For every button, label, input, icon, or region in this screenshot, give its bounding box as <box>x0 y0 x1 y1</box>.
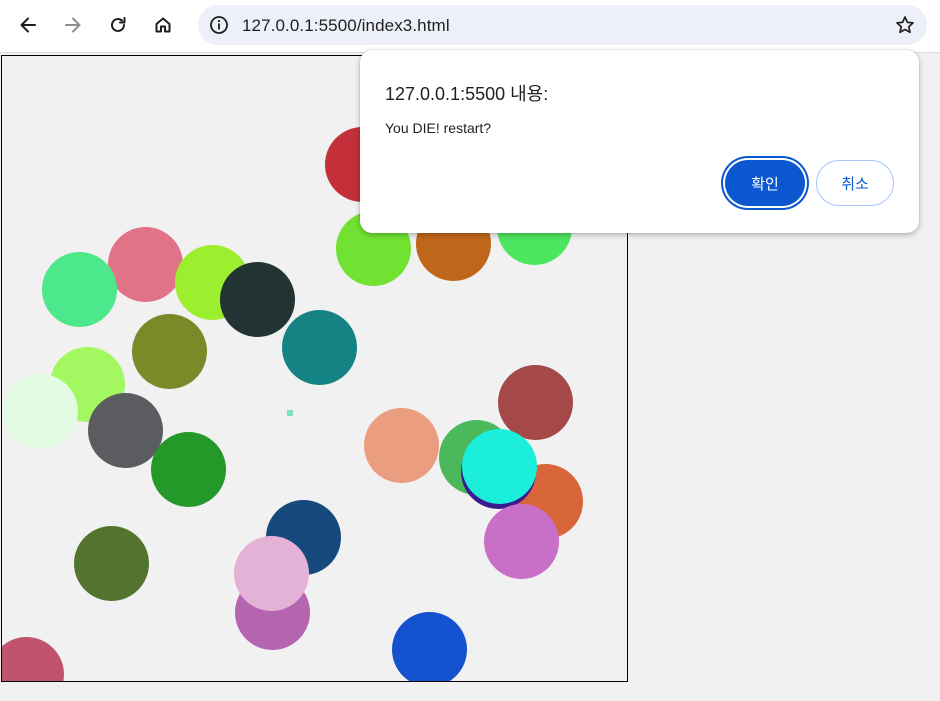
enemy-ball <box>108 227 183 302</box>
forward-button[interactable] <box>56 8 90 42</box>
enemy-ball <box>2 637 64 681</box>
reload-icon <box>111 17 126 32</box>
info-icon <box>210 16 228 34</box>
enemy-ball <box>364 408 439 483</box>
site-info-button[interactable] <box>206 12 232 38</box>
enemy-ball <box>74 526 149 601</box>
back-button[interactable] <box>11 8 45 42</box>
address-bar[interactable]: 127.0.0.1:5500/index3.html <box>198 5 927 45</box>
alert-dialog: 127.0.0.1:5500 내용: You DIE! restart? 확인 … <box>360 50 919 233</box>
reload-button[interactable] <box>101 8 135 42</box>
enemy-ball <box>234 536 309 611</box>
enemy-ball <box>392 612 467 681</box>
enemy-ball <box>282 310 357 385</box>
arrow-right-icon <box>65 17 81 33</box>
dialog-title: 127.0.0.1:5500 내용: <box>385 84 549 104</box>
enemy-ball <box>88 393 163 468</box>
browser-toolbar: 127.0.0.1:5500/index3.html <box>0 0 940 53</box>
enemy-ball <box>3 374 78 449</box>
cancel-button[interactable]: 취소 <box>816 160 894 206</box>
enemy-ball <box>42 252 117 327</box>
arrow-left-icon <box>20 17 36 33</box>
dialog-message: You DIE! restart? <box>385 120 492 136</box>
enemy-ball <box>484 504 559 579</box>
enemy-ball <box>220 262 295 337</box>
home-icon <box>155 17 171 33</box>
enemy-ball <box>498 365 573 440</box>
home-button[interactable] <box>146 8 180 42</box>
url-text[interactable]: 127.0.0.1:5500/index3.html <box>242 16 450 36</box>
enemy-ball <box>462 429 537 504</box>
enemy-ball <box>151 432 226 507</box>
bookmark-button[interactable] <box>891 11 919 39</box>
star-icon <box>896 16 914 34</box>
ok-button[interactable]: 확인 <box>725 160 805 206</box>
player-dot <box>287 410 293 416</box>
enemy-ball <box>132 314 207 389</box>
